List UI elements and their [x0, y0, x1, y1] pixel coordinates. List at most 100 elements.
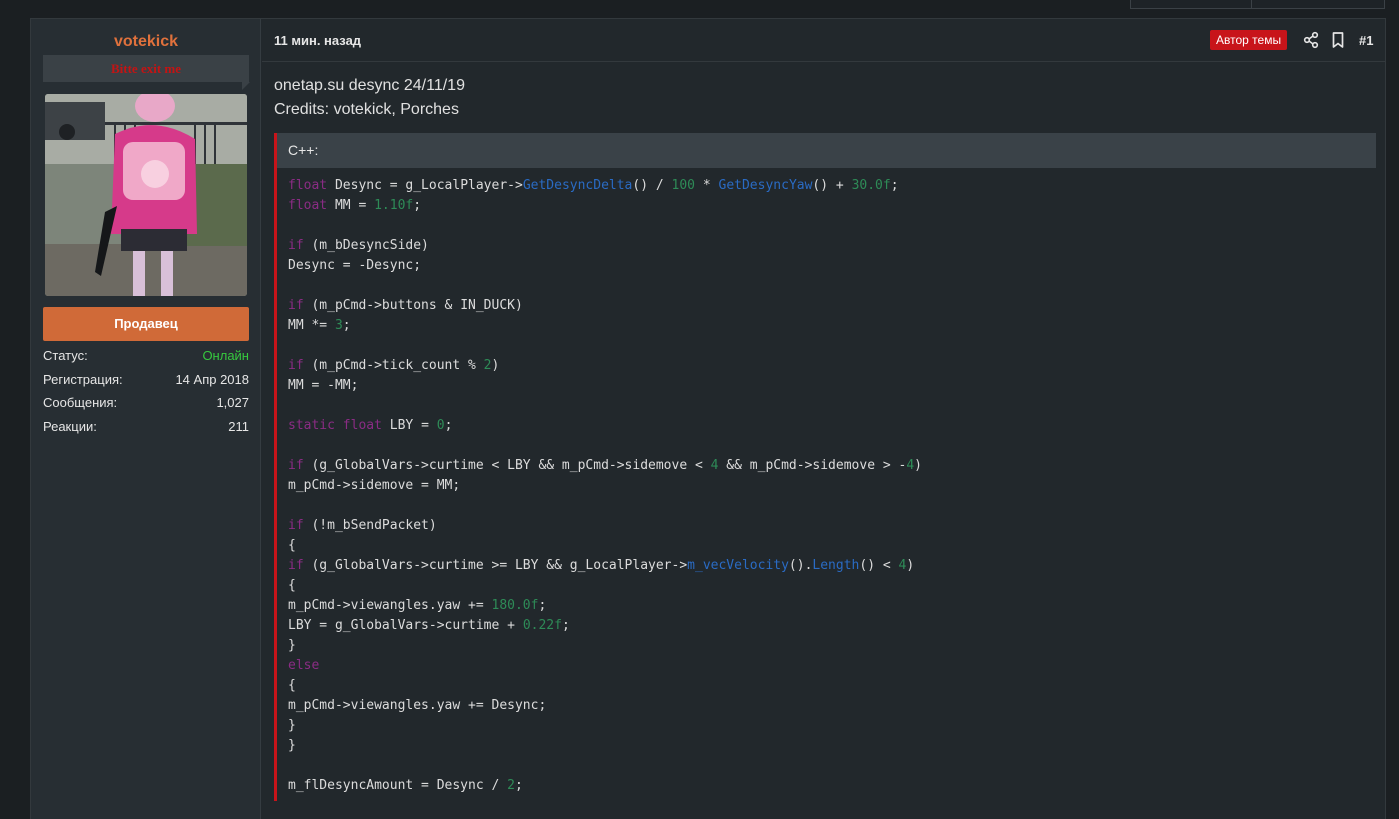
stat-value: 211 — [228, 418, 249, 434]
code-line: { — [288, 676, 1364, 696]
stat-value: 1,027 — [216, 395, 249, 410]
code-token: () + — [812, 178, 852, 193]
code-token: m_vecVelocity — [687, 558, 789, 573]
stat-row-messages: Сообщения: 1,027 — [43, 393, 249, 417]
code-token: Desync = -Desync; — [288, 258, 422, 273]
code-line: m_flDesyncAmount = Desync / 2; — [288, 776, 1364, 796]
code-line: float MM = 1.10f; — [288, 196, 1364, 216]
code-token: if — [288, 238, 304, 253]
code-token: (m_pCmd->tick_count % — [303, 358, 484, 373]
code-token: m_pCmd->sidemove = MM; — [288, 478, 461, 493]
post-body: onetap.su desync 24/11/19 Credits: votek… — [274, 74, 1374, 122]
stat-value-online: Онлайн — [202, 348, 249, 363]
code-token: ; — [342, 318, 351, 333]
code-token: (). — [788, 558, 813, 573]
code-line: if (m_bDesyncSide) — [288, 236, 1364, 256]
post-timestamp[interactable]: 11 мин. назад — [274, 33, 361, 48]
code-token: ; — [890, 178, 899, 193]
bookmark-icon[interactable] — [1329, 31, 1347, 49]
avatar[interactable] — [45, 94, 247, 296]
code-line: if (m_pCmd->tick_count % 2) — [288, 356, 1364, 376]
code-line: } — [288, 716, 1364, 736]
author-badge: Автор темы — [1210, 30, 1288, 50]
code-token: 100 — [671, 178, 696, 193]
code-token: Length — [812, 558, 860, 573]
toolbar-divider — [1251, 0, 1252, 8]
code-token: ; — [561, 618, 570, 633]
code-token: ; — [514, 778, 523, 793]
post-number-link[interactable]: #1 — [1359, 33, 1373, 48]
stat-row-status: Статус: Онлайн — [43, 346, 249, 370]
code-token: 4 — [906, 458, 915, 473]
code-language-label: C++: — [277, 133, 1376, 168]
share-icon[interactable] — [1302, 31, 1320, 49]
code-token: } — [288, 738, 296, 753]
share-icon-graphic — [1303, 31, 1319, 49]
stat-label: Реакции: — [43, 418, 97, 434]
code-token: if — [288, 298, 304, 313]
code-token: ; — [444, 418, 453, 433]
code-token: else — [288, 658, 320, 673]
code-token: } — [288, 638, 296, 653]
code-token: () < — [859, 558, 899, 573]
code-token: { — [288, 678, 296, 693]
user-title-text: Bitte exit me — [110, 61, 182, 76]
code-line: { — [288, 576, 1364, 596]
banner-tail — [242, 82, 250, 90]
code-token: (m_bDesyncSide) — [303, 238, 429, 253]
bookmark-icon-graphic — [1332, 32, 1344, 48]
code-token: ; — [538, 598, 547, 613]
code-line: static float LBY = 0; — [288, 416, 1364, 436]
code-token: 2 — [483, 358, 492, 373]
code-token: ; — [413, 198, 422, 213]
code-line: m_pCmd->viewangles.yaw += 180.0f; — [288, 596, 1364, 616]
code-token: { — [288, 538, 296, 553]
code-content[interactable]: float Desync = g_LocalPlayer->GetDesyncD… — [277, 168, 1376, 796]
code-token: GetDesyncDelta — [522, 178, 633, 193]
code-token: 180.0f — [491, 598, 539, 613]
code-token: ) — [491, 358, 500, 373]
code-token: float — [288, 178, 328, 193]
code-line: if (g_GlobalVars->curtime >= LBY && g_Lo… — [288, 556, 1364, 576]
code-line: } — [288, 736, 1364, 756]
code-token: (g_GlobalVars->curtime >= LBY && g_Local… — [303, 558, 688, 573]
code-token: static — [288, 418, 335, 433]
code-line: float Desync = g_LocalPlayer->GetDesyncD… — [288, 176, 1364, 196]
code-token: Desync = g_LocalPlayer-> — [327, 178, 523, 193]
stat-row-reactions: Реакции: 211 — [43, 417, 249, 441]
code-token: ) — [906, 558, 915, 573]
code-token: (g_GlobalVars->curtime < LBY && m_pCmd->… — [303, 458, 711, 473]
code-token: 3 — [334, 318, 343, 333]
code-line: { — [288, 536, 1364, 556]
code-token: m_flDesyncAmount = Desync / — [288, 778, 508, 793]
code-token: float — [342, 418, 382, 433]
user-stats: Статус: Онлайн Регистрация: 14 Апр 2018 … — [43, 346, 249, 440]
code-token: LBY = — [381, 418, 437, 433]
code-block: C++: float Desync = g_LocalPlayer->GetDe… — [274, 133, 1376, 801]
code-line: if (m_pCmd->buttons & IN_DUCK) — [288, 296, 1364, 316]
code-token: if — [288, 518, 304, 533]
username-link[interactable]: votekick — [31, 33, 261, 51]
code-line: m_pCmd->sidemove = MM; — [288, 476, 1364, 496]
code-token: 2 — [507, 778, 515, 793]
code-token: MM = — [327, 198, 375, 213]
top-toolbar-fragment — [1130, 0, 1385, 9]
code-token: && m_pCmd->sidemove > - — [718, 458, 907, 473]
code-token: } — [288, 718, 296, 733]
stat-label: Статус: — [43, 348, 88, 363]
code-line: } — [288, 636, 1364, 656]
seller-role-button[interactable]: Продавец — [43, 307, 249, 341]
code-token: LBY = g_GlobalVars->curtime + — [288, 618, 523, 633]
code-token: * — [695, 178, 719, 193]
code-token: if — [288, 558, 304, 573]
code-token: m_pCmd->viewangles.yaw += — [288, 598, 492, 613]
code-line: m_pCmd->viewangles.yaw += Desync; — [288, 696, 1364, 716]
code-token: 30.0f — [851, 178, 891, 193]
